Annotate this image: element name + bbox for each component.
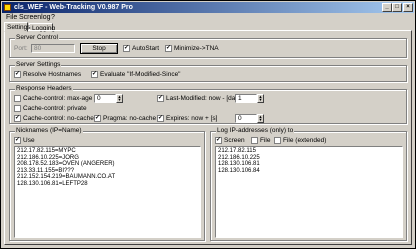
- autostart-checkbox[interactable]: ✓: [123, 45, 130, 52]
- evaluate-ims-label: Evaluate "If-Modified-Since": [100, 71, 181, 78]
- use-nicknames-checkbox[interactable]: ✓: [14, 137, 21, 144]
- private-checkbox[interactable]: [14, 105, 21, 112]
- server-control-group: Server Control Port: 80 Stop ✓ AutoStart…: [9, 34, 407, 58]
- server-control-title: Server Control: [15, 34, 59, 42]
- autostart-label: AutoStart: [132, 45, 160, 52]
- evaluate-ims-checkbox[interactable]: ✓: [91, 71, 98, 78]
- response-headers-title: Response Headers: [15, 85, 73, 93]
- lastmod-checkbox[interactable]: ✓: [157, 95, 164, 102]
- menu-bar: File Screenlog ?: [2, 13, 414, 22]
- menu-help[interactable]: ?: [51, 13, 55, 22]
- minimize-label: Minimize->TNA: [174, 45, 219, 52]
- app-window: cls_WEF - Web-Tracking V0.987 Pro _ □ × …: [0, 0, 416, 249]
- log-ip-textarea[interactable]: 212.17.82.115 212.186.10.225 128.130.106…: [215, 146, 403, 238]
- window-title: cls_WEF - Web-Tracking V0.987 Pro: [14, 4, 133, 11]
- maxage-label: Cache-control: max-age [s]: [23, 95, 102, 102]
- nocache-checkbox[interactable]: ✓: [14, 115, 21, 122]
- app-icon: [4, 4, 11, 11]
- maxage-input[interactable]: 0: [94, 94, 116, 103]
- menu-screenlog[interactable]: Screenlog: [19, 13, 51, 22]
- minimize-button[interactable]: _: [382, 3, 392, 12]
- port-input[interactable]: 80: [31, 44, 75, 53]
- log-file-checkbox[interactable]: [251, 137, 258, 144]
- nicknames-textarea[interactable]: 212.17.82.115=MYPC 212.186.10.225=JORG 2…: [14, 146, 201, 238]
- response-headers-group: Response Headers Cache-control: max-age …: [9, 85, 407, 124]
- maxage-spinner[interactable]: ▲ ▼: [116, 94, 123, 103]
- lastmod-label: Last-Modified: now - [days]: [166, 95, 244, 102]
- minimize-checkbox[interactable]: ✓: [165, 45, 172, 52]
- server-settings-group: Server Settings ✓ Resolve Hostnames ✓ Ev…: [9, 61, 407, 82]
- close-button[interactable]: ×: [403, 3, 413, 12]
- use-nicknames-label: Use: [23, 137, 35, 144]
- log-screen-label: Screen: [224, 137, 245, 144]
- maximize-button[interactable]: □: [392, 3, 402, 12]
- expires-checkbox[interactable]: ✓: [157, 115, 164, 122]
- menu-file[interactable]: File: [6, 13, 17, 22]
- resolve-hostnames-checkbox[interactable]: ✓: [14, 71, 21, 78]
- private-label: Cache-control: private: [23, 105, 87, 112]
- nicknames-title: Nicknames (IP=Name): [15, 127, 83, 135]
- log-ip-title: Log IP-addresses (only) to: [216, 127, 295, 135]
- log-file-extended-label: File (extended): [283, 137, 327, 144]
- settings-panel: Server Control Port: 80 Stop ✓ AutoStart…: [4, 30, 412, 245]
- stop-button[interactable]: Stop: [80, 43, 118, 54]
- tab-settings[interactable]: Settings: [4, 22, 31, 32]
- expires-label: Expires: now + [s]: [166, 115, 218, 122]
- maxage-checkbox[interactable]: [14, 95, 21, 102]
- nicknames-group: Nicknames (IP=Name) ✓ Use 212.17.82.115=…: [9, 127, 205, 241]
- nocache-label: Cache-control: no-cache: [23, 115, 94, 122]
- log-ip-group: Log IP-addresses (only) to ✓ Screen File…: [210, 127, 407, 241]
- log-screen-checkbox[interactable]: ✓: [215, 137, 222, 144]
- port-label: Port:: [14, 45, 28, 52]
- title-bar[interactable]: cls_WEF - Web-Tracking V0.987 Pro _ □ ×: [2, 2, 414, 13]
- lastmod-spinner[interactable]: ▲ ▼: [257, 94, 264, 103]
- log-file-label: File: [260, 137, 271, 144]
- expires-input[interactable]: 0: [235, 114, 257, 123]
- nickname-line: 128.130.106.81=LEFTP28: [17, 180, 88, 187]
- pragma-label: Pragma: no-cache: [103, 115, 157, 122]
- log-ip-line: 128.130.106.84: [218, 167, 260, 174]
- expires-spinner[interactable]: ▲ ▼: [257, 114, 264, 123]
- log-file-extended-checkbox[interactable]: [274, 137, 281, 144]
- server-settings-title: Server Settings: [15, 61, 62, 69]
- resolve-hostnames-label: Resolve Hostnames: [23, 71, 82, 78]
- lastmod-input[interactable]: 1: [235, 94, 257, 103]
- pragma-checkbox[interactable]: ✓: [94, 115, 101, 122]
